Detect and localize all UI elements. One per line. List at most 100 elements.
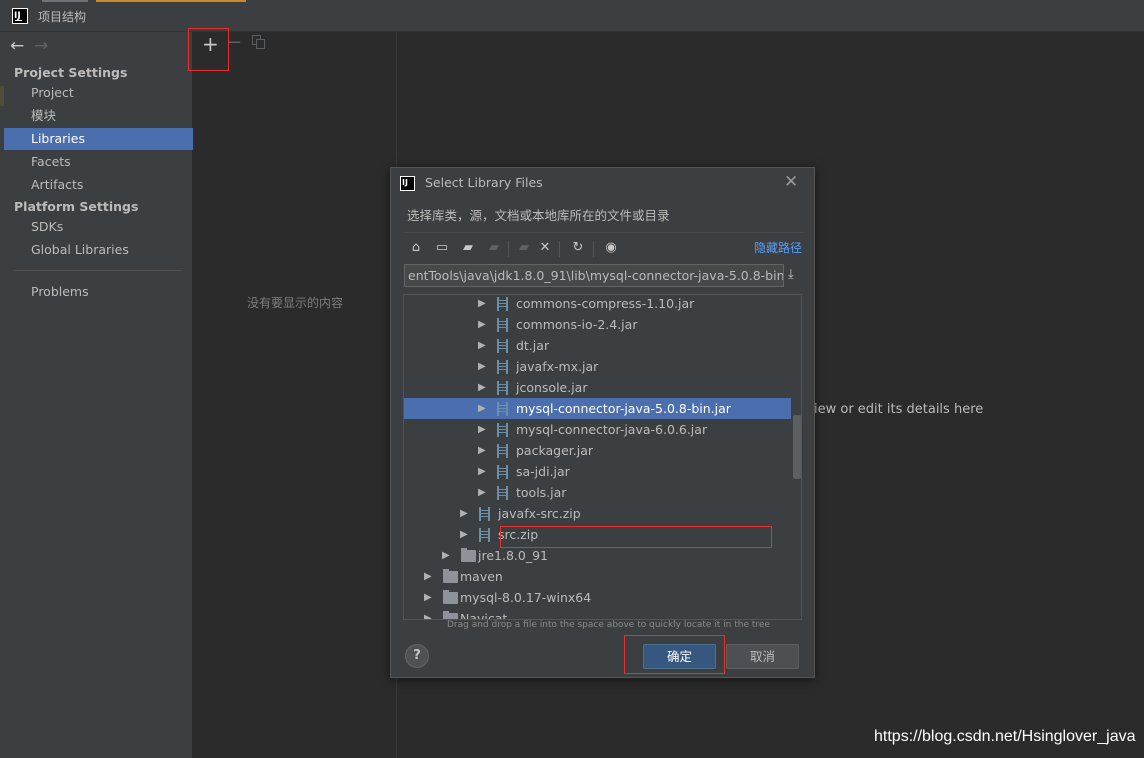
sidebar-item-artifacts[interactable]: Artifacts bbox=[4, 174, 193, 196]
tree-row[interactable]: ▶ jre1.8.0_91 bbox=[404, 545, 791, 566]
expand-arrow-icon[interactable]: ▶ bbox=[478, 356, 486, 377]
platform-settings-header: Platform Settings bbox=[14, 199, 139, 214]
tree-row-label: sa-jdi.jar bbox=[516, 464, 570, 479]
expand-arrow-icon[interactable]: ▶ bbox=[478, 461, 486, 482]
sidebar-item-global-libraries[interactable]: Global Libraries bbox=[4, 239, 193, 261]
toolbar-separator bbox=[559, 241, 560, 257]
watermark: https://blog.csdn.net/Hsinglover_java bbox=[874, 728, 1136, 745]
window-title: 项目结构 bbox=[38, 10, 87, 24]
delete-icon[interactable]: ✕ bbox=[537, 241, 553, 255]
sidebar: ← → Project Settings Project 模块 Libraries… bbox=[0, 32, 193, 758]
expand-arrow-icon[interactable]: ▶ bbox=[442, 545, 450, 566]
tree-row[interactable]: ▶ mysql-connector-java-5.0.8-bin.jar bbox=[404, 398, 791, 419]
annotation-box-ok bbox=[624, 635, 725, 674]
close-icon[interactable]: ✕ bbox=[784, 172, 798, 192]
tree-row[interactable]: ▶ packager.jar bbox=[404, 440, 791, 461]
path-input[interactable]: entTools\java\jdk1.8.0_91\lib\mysql-conn… bbox=[404, 264, 784, 287]
sidebar-item-facets[interactable]: Facets bbox=[4, 151, 193, 173]
jar-file-icon bbox=[497, 402, 508, 416]
empty-list-message: 没有要显示的内容 bbox=[247, 296, 344, 310]
show-hidden-icon[interactable]: ◉ bbox=[603, 241, 619, 255]
tree-row-label: packager.jar bbox=[516, 443, 594, 458]
expand-arrow-icon[interactable]: ▶ bbox=[478, 295, 486, 314]
tree-row[interactable]: ▶ tools.jar bbox=[404, 482, 791, 503]
expand-arrow-icon[interactable]: ▶ bbox=[460, 503, 468, 524]
expand-arrow-icon[interactable]: ▶ bbox=[478, 398, 486, 419]
tree-row[interactable]: ▶ sa-jdi.jar bbox=[404, 461, 791, 482]
jar-file-icon bbox=[497, 465, 508, 479]
expand-arrow-icon[interactable]: ▶ bbox=[424, 587, 432, 608]
jar-file-icon bbox=[497, 381, 508, 395]
tree-row[interactable]: ▶ commons-compress-1.10.jar bbox=[404, 295, 791, 314]
module-folder-icon[interactable]: ▰ bbox=[486, 241, 502, 255]
sidebar-item-modules[interactable]: 模块 bbox=[4, 105, 193, 127]
project-folder-icon[interactable]: ▰ bbox=[460, 241, 476, 255]
tree-row[interactable]: ▶ commons-io-2.4.jar bbox=[404, 314, 791, 335]
expand-arrow-icon[interactable]: ▶ bbox=[424, 608, 432, 619]
tree-row[interactable]: ▶ dt.jar bbox=[404, 335, 791, 356]
back-arrow-icon[interactable]: ← bbox=[10, 36, 34, 56]
hide-path-link[interactable]: 隐藏路径 bbox=[754, 239, 802, 256]
download-icon[interactable]: ⤓ bbox=[788, 267, 794, 282]
jar-file-icon bbox=[497, 360, 508, 374]
expand-arrow-icon[interactable]: ▶ bbox=[478, 440, 486, 461]
left-edge-marker bbox=[0, 86, 4, 106]
sidebar-item-libraries[interactable]: Libraries bbox=[4, 128, 193, 150]
tree-row-label: commons-io-2.4.jar bbox=[516, 317, 638, 332]
help-button[interactable]: ? bbox=[405, 644, 429, 668]
folder-icon bbox=[443, 569, 458, 583]
tree-row-label: mysql-connector-java-6.0.6.jar bbox=[516, 422, 708, 437]
tree-row[interactable]: ▶ mysql-connector-java-6.0.6.jar bbox=[404, 419, 791, 440]
jar-file-icon bbox=[497, 297, 508, 311]
tree-row-label: mysql-connector-java-5.0.8-bin.jar bbox=[516, 401, 731, 416]
expand-arrow-icon[interactable]: ▶ bbox=[478, 377, 486, 398]
jar-file-icon bbox=[479, 507, 490, 521]
remove-library-icon[interactable]: − bbox=[227, 32, 242, 53]
expand-arrow-icon[interactable]: ▶ bbox=[478, 335, 486, 356]
expand-arrow-icon[interactable]: ▶ bbox=[478, 314, 486, 335]
sidebar-item-problems[interactable]: Problems bbox=[4, 281, 193, 303]
annotation-box-jar bbox=[500, 526, 772, 548]
tree-scrollbar[interactable] bbox=[793, 415, 801, 479]
tree-row-label: maven bbox=[460, 569, 503, 584]
forward-arrow-icon[interactable]: → bbox=[34, 36, 58, 56]
tree-row-label: javafx-mx.jar bbox=[516, 359, 599, 374]
dialog-description: 选择库类，源，文档或本地库所在的文件或目录 bbox=[407, 208, 670, 223]
copy-icon[interactable] bbox=[252, 35, 266, 49]
toolbar-separator bbox=[593, 241, 594, 257]
tree-row[interactable]: ▶ javafx-src.zip bbox=[404, 503, 791, 524]
jar-file-icon bbox=[497, 486, 508, 500]
expand-arrow-icon[interactable]: ▶ bbox=[478, 482, 486, 503]
tree-row[interactable]: ▶ Navicat bbox=[404, 608, 791, 620]
expand-arrow-icon[interactable]: ▶ bbox=[478, 419, 486, 440]
cancel-button[interactable]: 取消 bbox=[726, 644, 799, 669]
title-accent bbox=[42, 0, 246, 2]
expand-arrow-icon[interactable]: ▶ bbox=[460, 524, 468, 545]
sidebar-item-project[interactable]: Project bbox=[4, 82, 193, 104]
tree-row[interactable]: ▶ javafx-mx.jar bbox=[404, 356, 791, 377]
toolbar-separator bbox=[508, 241, 509, 257]
dialog-logo-icon: IJ bbox=[400, 176, 415, 191]
sidebar-item-sdks[interactable]: SDKs bbox=[4, 216, 193, 238]
file-tree: ▶ commons-compress-1.10.jar ▶ commons-io-2.… bbox=[403, 294, 802, 620]
sidebar-divider bbox=[14, 270, 182, 271]
drag-drop-hint: Drag and drop a file into the space abov… bbox=[447, 620, 770, 630]
tree-row[interactable]: ▶ maven bbox=[404, 566, 791, 587]
jar-file-icon bbox=[497, 339, 508, 353]
home-icon[interactable]: ⌂ bbox=[408, 241, 424, 255]
refresh-icon[interactable]: ↻ bbox=[570, 241, 586, 255]
tree-row[interactable]: ▶ mysql-8.0.17-winx64 bbox=[404, 587, 791, 608]
tree-row[interactable]: ▶ jconsole.jar bbox=[404, 377, 791, 398]
tree-row-label: Navicat bbox=[460, 611, 508, 620]
select-library-files-dialog: IJ Select Library Files ✕ 选择库类，源，文档或本地库所… bbox=[390, 167, 815, 678]
dialog-title: Select Library Files bbox=[425, 175, 543, 190]
jar-file-icon bbox=[497, 318, 508, 332]
folder-icon bbox=[461, 548, 476, 562]
tree-row-label: jconsole.jar bbox=[516, 380, 588, 395]
nav-arrows: ← → bbox=[10, 36, 58, 58]
new-folder-icon[interactable]: ▰ bbox=[516, 241, 532, 255]
desktop-icon[interactable]: ▭ bbox=[434, 241, 450, 255]
jar-file-icon bbox=[497, 423, 508, 437]
expand-arrow-icon[interactable]: ▶ bbox=[424, 566, 432, 587]
folder-icon bbox=[443, 611, 458, 619]
